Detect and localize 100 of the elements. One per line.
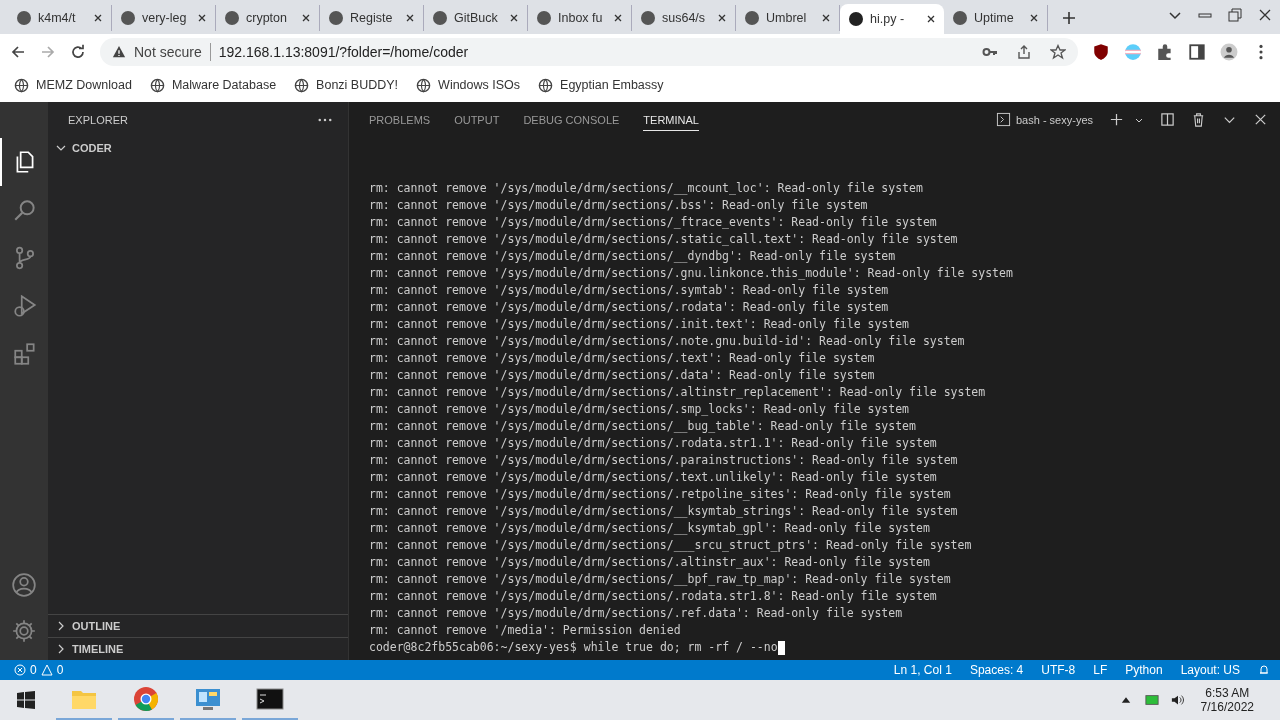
terminal-line: rm: cannot remove '/sys/module/drm/sections/__bug_table': Read-only file system <box>369 418 917 435</box>
close-icon[interactable] <box>717 13 727 23</box>
terminal-line: rm: cannot remove '/sys/module/drm/sections/.rodata.str1.1': Read-only file system <box>369 435 938 452</box>
browser-tab[interactable]: GitBuck <box>424 5 528 31</box>
reload-icon[interactable] <box>70 44 86 60</box>
chevron-icon <box>56 621 66 631</box>
terminal-line: rm: cannot remove '/sys/module/drm/sections/.ref.data': Read-only file system <box>369 605 904 622</box>
share-icon[interactable] <box>1016 44 1032 60</box>
close-icon[interactable] <box>197 13 207 23</box>
terminal-line: rm: cannot remove '/sys/module/drm/sections/.data': Read-only file system <box>369 367 876 384</box>
terminal-line: rm: cannot remove '/media': Permission denied <box>369 622 682 639</box>
chevron-icon <box>56 143 66 153</box>
side-panel-icon[interactable] <box>1188 43 1206 61</box>
account-icon[interactable] <box>11 572 37 598</box>
status-item[interactable]: Python <box>1125 663 1163 677</box>
error-icon <box>14 664 26 676</box>
windows-start-icon[interactable] <box>16 690 36 710</box>
browser-tab[interactable]: Registe <box>320 5 424 31</box>
browser-tab[interactable]: very-leg <box>112 5 216 31</box>
panel-tab[interactable]: TERMINAL <box>643 108 699 131</box>
bookmark-link[interactable]: Bonzi BUDDY! <box>294 77 399 93</box>
panel-tab[interactable]: DEBUG CONSOLE <box>523 108 620 131</box>
browser-tab[interactable]: hi.py - <box>840 4 944 34</box>
close-icon[interactable] <box>509 13 519 23</box>
bookmark-link[interactable]: Egyptian Embassy <box>538 77 664 93</box>
address-bar[interactable]: Not secure 192.168.1.13:8091/?folder=/home/coder <box>100 38 1078 66</box>
globe-icon <box>538 77 554 93</box>
trash-icon[interactable] <box>1191 112 1206 127</box>
close-icon[interactable] <box>926 14 936 24</box>
globe-icon <box>14 77 29 93</box>
globe-icon <box>149 77 165 93</box>
back-icon[interactable] <box>10 44 26 60</box>
globe-icon <box>416 77 432 93</box>
close-icon[interactable] <box>1258 8 1272 22</box>
terminal-line: rm: cannot remove '/sys/module/drm/sections/.retpoline_sites': Read-only file system <box>369 486 952 503</box>
browser-tab[interactable]: crypton <box>216 5 320 31</box>
battery-icon[interactable] <box>1144 693 1159 707</box>
plus-icon[interactable] <box>1109 112 1124 127</box>
terminal-line: rm: cannot remove '/sys/module/drm/sections/__ksymtab_strings': Read-only file system <box>369 503 959 520</box>
browser-tab[interactable]: k4m4/t <box>8 5 112 31</box>
star-icon[interactable] <box>1050 44 1066 60</box>
more-icon[interactable] <box>318 117 332 122</box>
status-item[interactable]: LF <box>1093 663 1108 677</box>
close-icon[interactable] <box>821 13 831 23</box>
speaker-icon[interactable] <box>1170 693 1185 707</box>
section-header[interactable]: OUTLINE <box>48 614 348 637</box>
terminal-line: rm: cannot remove '/sys/module/drm/sections/__ksymtab_gpl': Read-only file system <box>369 520 931 537</box>
browser-tab[interactable]: sus64/s <box>632 5 736 31</box>
problems-indicator[interactable]: 0 0 <box>14 663 64 677</box>
split-icon[interactable] <box>1160 112 1175 127</box>
site-icon <box>328 10 344 26</box>
browser-icon <box>132 685 160 713</box>
new-tab-icon[interactable] <box>1062 11 1076 25</box>
panel-tab[interactable]: OUTPUT <box>454 108 500 131</box>
chevron-icon <box>56 644 66 654</box>
bookmark-link[interactable]: Malware Database <box>149 77 277 93</box>
status-item[interactable]: UTF-8 <box>1041 663 1076 677</box>
site-icon <box>536 10 552 26</box>
browser-tab[interactable]: Umbrel <box>736 5 840 31</box>
shield-icon[interactable] <box>1092 43 1110 61</box>
terminal-line: rm: cannot remove '/sys/module/drm/sections/.symtab': Read-only file system <box>369 282 890 299</box>
profile-icon[interactable] <box>1220 43 1238 61</box>
terminal-line: rm: cannot remove '/sys/module/drm/sections/.altinstr_replacement': Read-only file system <box>369 384 987 401</box>
terminal-line: rm: cannot remove '/sys/module/drm/sections/.rodata': Read-only file system <box>369 299 890 316</box>
close-icon[interactable] <box>93 13 103 23</box>
site-icon <box>16 10 32 26</box>
close-icon[interactable] <box>301 13 311 23</box>
browser-tab[interactable]: Inbox fu <box>528 5 632 31</box>
terminal-icon <box>995 112 1011 127</box>
close-icon[interactable] <box>1253 112 1268 127</box>
close-icon[interactable] <box>1029 13 1039 23</box>
puzzle-icon[interactable] <box>1156 43 1174 61</box>
terminal-line: rm: cannot remove '/sys/module/drm/sections/.altinstr_aux': Read-only file system <box>369 554 931 571</box>
settings-icon[interactable] <box>11 618 37 644</box>
terminal-selector[interactable]: bash - sexy-yes <box>989 112 1093 127</box>
bookmark-link[interactable]: Windows ISOs <box>416 77 521 93</box>
close-icon[interactable] <box>405 13 415 23</box>
panel-tab[interactable]: PROBLEMS <box>369 108 431 131</box>
terminal-line: rm: cannot remove '/sys/module/drm/sections/__dyndbg': Read-only file system <box>369 248 897 265</box>
terminal-line: rm: cannot remove '/sys/module/drm/sections/__bpf_raw_tp_map': Read-only file system <box>369 571 952 588</box>
site-icon <box>848 11 864 27</box>
folder-header[interactable]: CODER <box>48 137 348 159</box>
restore-icon[interactable] <box>1228 8 1242 22</box>
browser-tab[interactable]: Uptime <box>944 5 1048 31</box>
site-icon <box>432 10 448 26</box>
terminal-line: rm: cannot remove '/sys/module/drm/sections/.note.gnu.build-id': Read-only file system <box>369 333 966 350</box>
close-icon[interactable] <box>613 13 623 23</box>
status-item[interactable]: Spaces: 4 <box>969 663 1024 677</box>
clock[interactable]: 6:53 AM 7/16/2022 <box>1200 686 1254 714</box>
bookmark-link[interactable]: MEMZ Download <box>14 77 132 93</box>
site-icon <box>224 10 240 26</box>
terminal-line: rm: cannot remove '/sys/module/drm/sections/.text.unlikely': Read-only file system <box>369 469 938 486</box>
globe-icon <box>294 77 310 93</box>
bell-icon[interactable] <box>1258 664 1270 676</box>
status-item[interactable]: Layout: US <box>1180 663 1240 677</box>
terminal-line: rm: cannot remove '/sys/module/drm/sections/___srcu_struct_ptrs': Read-only file system <box>369 537 973 554</box>
play-bug-icon <box>12 293 38 319</box>
terminal-line: rm: cannot remove '/sys/module/drm/sections/.parainstructions': Read-only file system <box>369 452 959 469</box>
status-item[interactable]: Ln 1, Col 1 <box>893 663 952 677</box>
extensions-icon <box>12 341 38 367</box>
